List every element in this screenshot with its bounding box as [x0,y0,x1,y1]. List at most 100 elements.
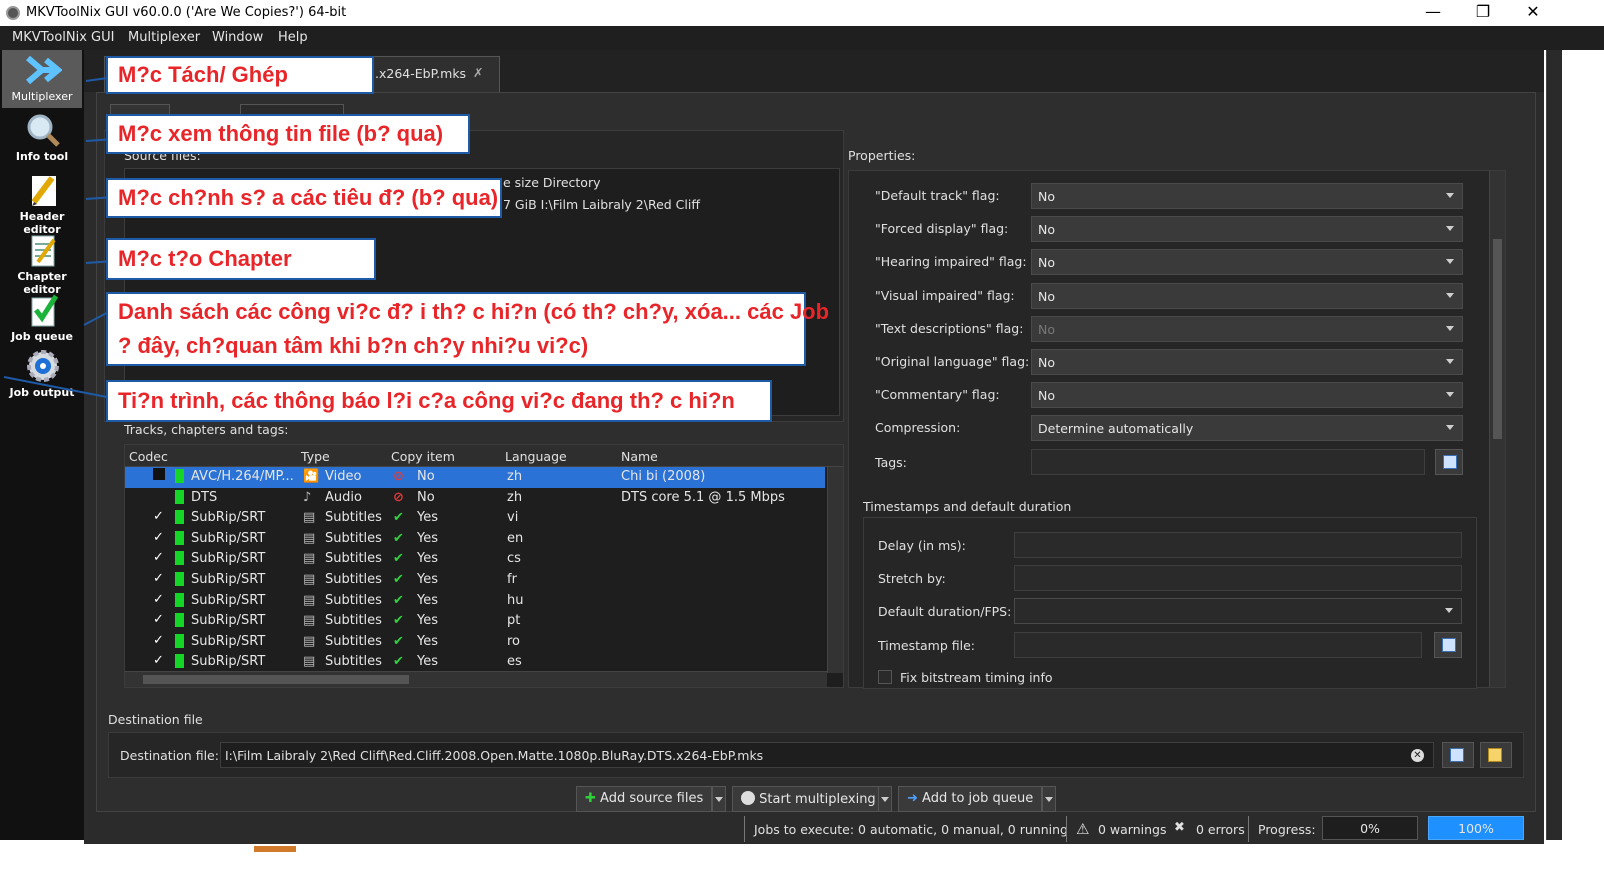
track-row[interactable]: ✓ SubRip/SRT ▤ Subtitles ✔ Yes vi [125,508,825,529]
menu-window[interactable]: Window [212,30,263,45]
track-checkbox[interactable]: ✓ [153,633,165,648]
col-codec[interactable]: Codec [129,449,168,464]
destination-browse-button[interactable] [1442,742,1474,768]
property-select[interactable]: No [1031,349,1463,375]
tsfile-field[interactable] [1014,632,1422,658]
sidebar-item-header-editor[interactable]: Header editor [2,170,82,236]
property-select[interactable]: No [1031,315,1463,342]
tracks-list[interactable]: Codec Type Copy item Language Name AVC/H… [124,444,844,688]
property-label: "Forced display" flag: [875,221,1009,237]
status-separator [1248,816,1249,842]
property-select[interactable]: No [1031,249,1463,276]
tags-field[interactable] [1031,449,1425,475]
add-source-dropdown[interactable] [712,786,726,812]
track-checkbox[interactable]: ✓ [153,509,165,524]
queue-dropdown[interactable] [1042,786,1056,812]
sidebar-item-chapter-editor[interactable]: Chapter editor [2,230,82,296]
window-vscrollbar[interactable] [1546,50,1562,840]
track-checkbox[interactable] [153,489,165,501]
property-label: "Hearing impaired" flag: [875,254,1027,270]
sidebar-item-job-output[interactable]: Job output [2,346,82,404]
sidebar-item-multiplexer[interactable]: Multiplexer [2,50,82,108]
tsfile-label: Timestamp file: [878,638,975,653]
track-row[interactable]: ✓ SubRip/SRT ▤ Subtitles ✔ Yes hu [125,591,825,612]
track-language: zh [507,489,523,505]
property-label: "Visual impaired" flag: [875,287,1015,303]
close-tab-icon[interactable]: ✗ [473,65,483,80]
jobs-status: Jobs to execute: 0 automatic, 0 manual, … [754,822,1068,837]
track-checkbox[interactable]: ✓ [153,550,165,565]
minimize-button[interactable]: — [1410,0,1456,26]
track-row[interactable]: ✓ SubRip/SRT ▤ Subtitles ✔ Yes en [125,529,825,550]
property-select[interactable]: No [1031,216,1463,243]
track-checkbox[interactable]: ✓ [153,653,165,668]
yes-check-icon: ✔ [393,510,404,526]
title-bar: MKVToolNix GUI v60.0.0 ('Are We Copies?'… [0,0,1604,26]
chevron-down-icon [1446,392,1454,398]
start-dropdown[interactable] [878,786,892,812]
property-select[interactable]: Determine automatically [1031,415,1463,442]
track-checkbox[interactable]: ✓ [153,571,165,586]
multiplexer-icon [26,55,62,85]
track-row[interactable]: ✓ SubRip/SRT ▤ Subtitles ✔ Yes ro [125,632,825,653]
col-type[interactable]: Type [301,449,330,464]
vscroll-thumb[interactable] [1493,239,1502,439]
clear-icon[interactable]: ✕ [1411,749,1424,762]
track-row[interactable]: ✓ SubRip/SRT ▤ Subtitles ✔ Yes pt [125,611,825,632]
yes-check-icon: ✔ [393,530,404,546]
tracks-vscrollbar[interactable] [827,467,843,673]
sidebar-item-job-queue[interactable]: Job queue [2,290,82,348]
menu-mkvtoolnix[interactable]: MKVToolNix GUI [12,30,114,45]
tracks-hscrollbar[interactable] [125,671,827,687]
maximize-button[interactable]: ❐ [1460,0,1506,26]
error-icon: ✖ [1174,820,1185,835]
chevron-down-icon [1446,359,1454,364]
timestamps-group: Delay (in ms): Stretch by: Default durat… [863,517,1477,689]
track-codec: SubRip/SRT [191,613,266,629]
status-separator [1066,816,1067,842]
tsfile-browse-button[interactable] [1434,632,1462,658]
close-button[interactable]: ✕ [1510,0,1556,26]
browse-icon [1450,748,1464,762]
sidebar-item-info-tool[interactable]: Info tool [2,110,82,168]
col-copy-item[interactable]: Copy item [391,449,455,464]
start-multiplexing-button[interactable]: Start multiplexing [732,786,885,812]
menu-multiplexer[interactable]: Multiplexer [128,30,200,45]
menu-help[interactable]: Help [278,30,308,45]
track-row[interactable]: ✓ SubRip/SRT ▤ Subtitles ✔ Yes fr [125,570,825,591]
property-select[interactable]: No [1031,183,1463,209]
track-checkbox[interactable] [153,468,165,480]
stretch-field[interactable] [1014,565,1462,591]
delay-field[interactable] [1014,532,1462,558]
track-row[interactable]: ✓ SubRip/SRT ▤ Subtitles ✔ Yes cs [125,549,825,570]
destination-value: I:\Film Laibraly 2\Red Cliff\Red.Cliff.2… [225,748,764,763]
col-language[interactable]: Language [505,449,567,464]
property-value: Determine automatically [1038,421,1194,437]
checklist-icon [31,294,59,327]
add-to-job-queue-button[interactable]: ➜ Add to job queue [898,786,1043,812]
col-name[interactable]: Name [621,449,658,464]
property-label: "Original language" flag: [875,354,1030,369]
track-checkbox[interactable]: ✓ [153,530,165,545]
total-progress-bar: 100% [1428,816,1524,840]
timestamps-group-title: Timestamps and default duration [863,499,1072,514]
fix-bitstream-checkbox[interactable] [878,670,892,684]
track-checkbox[interactable]: ✓ [153,612,165,627]
destination-folder-button[interactable] [1480,742,1512,768]
property-select[interactable]: No [1031,382,1463,409]
no-icon: ⊘ [393,489,404,505]
track-checkbox[interactable]: ✓ [153,592,165,607]
duration-select[interactable] [1014,598,1462,624]
properties-vscrollbar[interactable] [1489,171,1505,687]
track-codec: SubRip/SRT [191,530,266,546]
property-select[interactable]: No [1031,282,1463,309]
track-row[interactable]: DTS ♪ Audio ⊘ No zh DTS core 5.1 @ 1.5 Mbps [125,488,825,509]
track-row[interactable]: AVC/H.264/MP... 🎦 Video ⊘ No zh Chi bi (2008) [125,467,825,488]
destination-field[interactable]: I:\Film Laibraly 2\Red Cliff\Red.Cliff.2… [220,742,1434,768]
source-row-partial[interactable]: 7 GiB I:\Film Laibraly 2\Red Cliff [503,197,700,212]
add-source-files-button[interactable]: ✚ Add source files [576,786,713,812]
tags-browse-button[interactable] [1435,449,1463,475]
hscroll-thumb[interactable] [143,675,409,684]
property-value: No [1038,222,1055,238]
track-row[interactable]: ✓ SubRip/SRT ▤ Subtitles ✔ Yes es [125,652,825,673]
